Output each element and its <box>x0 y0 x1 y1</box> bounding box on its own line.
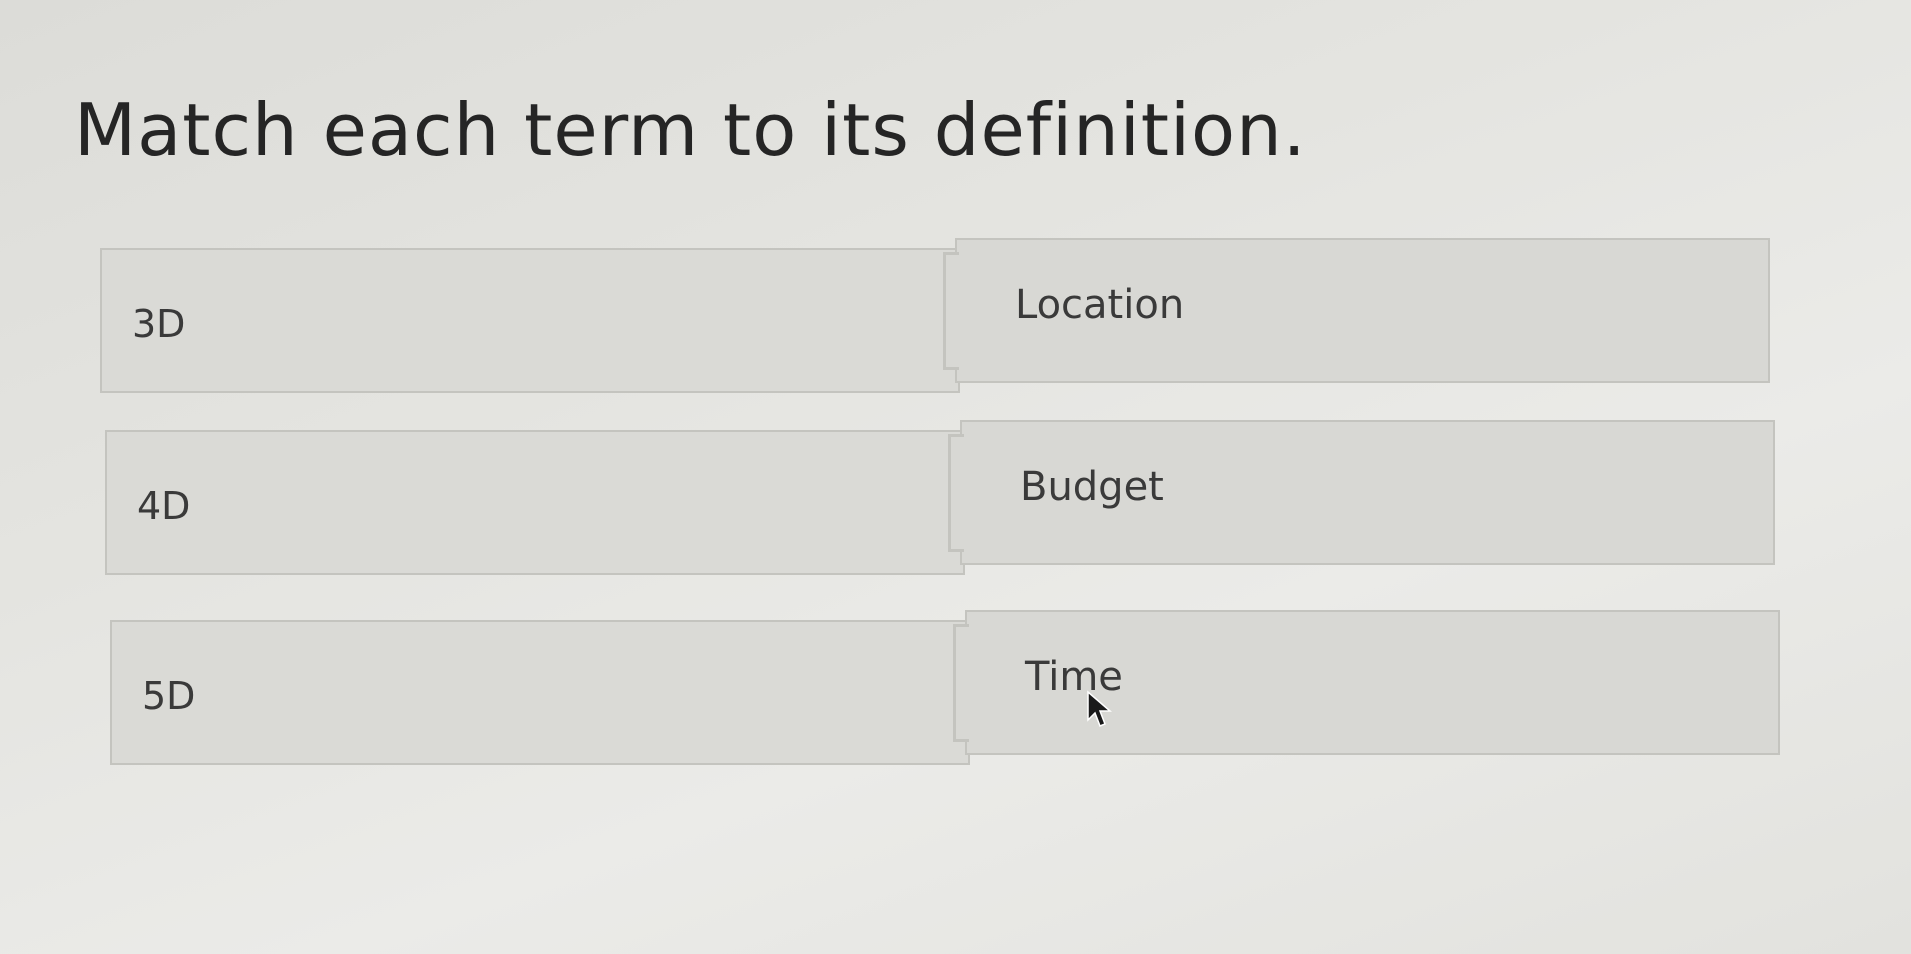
definition-label: Location <box>1015 282 1185 328</box>
term-label: 5D <box>142 674 196 718</box>
puzzle-notch <box>953 624 969 742</box>
definition-draggable[interactable]: Budget <box>948 420 1775 565</box>
term-label: 4D <box>137 484 191 528</box>
definition-draggable[interactable]: Location <box>943 238 1770 383</box>
term-box: 4D <box>105 430 965 575</box>
matching-list: 3D Location 4D Budget 5D Time <box>0 0 1911 954</box>
term-box: 5D <box>110 620 970 765</box>
term-box: 3D <box>100 248 960 393</box>
term-label: 3D <box>132 302 186 346</box>
definition-label: Budget <box>1020 464 1164 510</box>
puzzle-notch <box>943 252 959 370</box>
mouse-pointer-icon <box>1087 690 1113 727</box>
puzzle-notch <box>948 434 964 552</box>
definition-draggable[interactable]: Time <box>953 610 1780 755</box>
